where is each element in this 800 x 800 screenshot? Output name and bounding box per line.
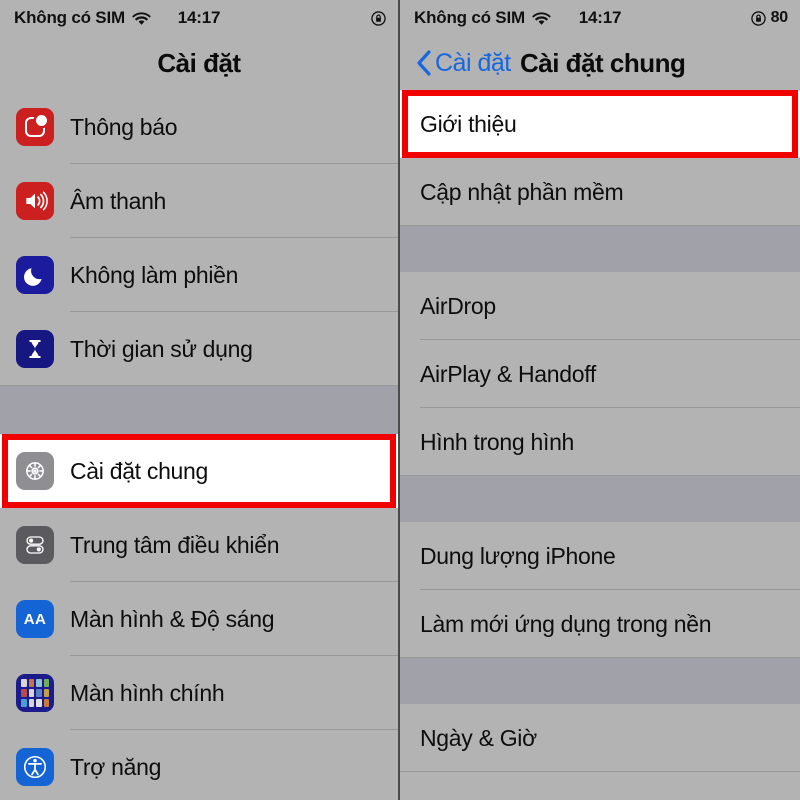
settings-row-label: Âm thanh <box>70 187 167 214</box>
status-bar-left-group: Không có SIM <box>14 8 151 28</box>
settings-row[interactable]: Màn hình chính <box>0 656 398 730</box>
settings-row-label: Không làm phiền <box>70 261 239 288</box>
row-separator <box>400 225 800 226</box>
right-phone-screen: Không có SIM 14:17 80 Cài đặt Cài đặt ch… <box>400 0 800 800</box>
nav-bar-right: Cài đặt Cài đặt chung <box>400 36 800 90</box>
settings-row[interactable]: AirDrop <box>400 272 800 340</box>
status-bar-left-group: Không có SIM <box>414 8 551 28</box>
settings-row-label: Thông báo <box>70 113 178 140</box>
settings-row[interactable]: Cập nhật phần mềm <box>400 158 800 226</box>
row-separator <box>400 771 800 772</box>
settings-row[interactable]: Trợ năng <box>0 730 398 800</box>
row-separator <box>400 657 800 658</box>
display-brightness-icon: AA <box>16 600 54 638</box>
settings-row[interactable]: Làm mới ứng dụng trong nền <box>400 590 800 658</box>
settings-row[interactable]: Trung tâm điều khiển <box>0 508 398 582</box>
chevron-left-icon <box>416 50 432 76</box>
back-button[interactable]: Cài đặt <box>410 49 511 78</box>
nav-bar-left: Cài đặt <box>0 36 398 90</box>
row-separator <box>400 475 800 476</box>
settings-list-left: Thông báo Âm thanh Không làm phiền Thời gia… <box>0 90 398 800</box>
row-separator <box>0 385 398 386</box>
sounds-icon <box>16 182 54 220</box>
list-group-separator <box>400 476 800 522</box>
settings-row[interactable]: AirPlay & Handoff <box>400 340 800 408</box>
settings-row[interactable]: AA Màn hình & Độ sáng <box>0 582 398 656</box>
settings-list-right: Giới thiệu Cập nhật phần mềm AirDrop AirPla… <box>400 90 800 772</box>
screen-time-icon <box>16 330 54 368</box>
wifi-icon <box>132 11 151 25</box>
rotation-lock-icon <box>371 10 386 26</box>
settings-row-label: Màn hình & Độ sáng <box>70 605 275 632</box>
page-title: Cài đặt chung <box>520 47 686 78</box>
settings-row[interactable]: Ngày & Giờ <box>400 704 800 772</box>
settings-row-label: Trợ năng <box>70 753 162 780</box>
control-center-icon <box>16 526 54 564</box>
rotation-lock-icon <box>750 10 766 26</box>
settings-row[interactable]: Không làm phiền <box>0 238 398 312</box>
settings-row[interactable]: Thời gian sử dụng <box>0 312 398 386</box>
status-bar-right: Không có SIM 14:17 80 <box>400 0 800 36</box>
status-bar-left: Không có SIM 14:17 <box>0 0 398 36</box>
highlight-callout: Giới thiệu <box>400 90 800 158</box>
general-gear-icon <box>16 452 54 490</box>
settings-row-label: Giới thiệu <box>420 110 517 137</box>
settings-row[interactable]: Âm thanh <box>0 164 398 238</box>
dual-screenshot-comparison: Không có SIM 14:17 Cài đặt Thông báo Âm … <box>0 0 800 800</box>
settings-row-label: AirPlay & Handoff <box>420 360 597 387</box>
settings-row-label: Thời gian sử dụng <box>70 335 253 362</box>
list-group-separator <box>400 658 800 704</box>
highlight-callout: Cài đặt chung <box>0 434 398 508</box>
settings-row[interactable]: Cài đặt chung <box>0 434 398 508</box>
settings-row[interactable]: Hình trong hình <box>400 408 800 476</box>
settings-row-label: Hình trong hình <box>420 428 575 455</box>
accessibility-icon <box>16 748 54 786</box>
do-not-disturb-icon <box>16 256 54 294</box>
carrier-label: Không có SIM <box>414 8 525 27</box>
settings-row[interactable]: Thông báo <box>0 90 398 164</box>
settings-row[interactable]: Giới thiệu <box>400 90 800 158</box>
settings-row[interactable]: Dung lượng iPhone <box>400 522 800 590</box>
status-bar-right-group <box>371 10 386 26</box>
settings-row-label: Ngày & Giờ <box>420 724 537 751</box>
home-screen-icon <box>16 674 54 712</box>
settings-row-label: Trung tâm điều khiển <box>70 531 280 558</box>
list-group-separator <box>400 226 800 272</box>
notifications-icon <box>16 108 54 146</box>
wifi-icon <box>532 11 551 25</box>
left-phone-screen: Không có SIM 14:17 Cài đặt Thông báo Âm … <box>0 0 400 800</box>
carrier-label: Không có SIM <box>14 8 125 27</box>
back-button-label: Cài đặt <box>435 48 511 77</box>
page-title: Cài đặt <box>157 47 241 78</box>
settings-row-label: Cập nhật phần mềm <box>420 178 624 205</box>
settings-row-label: Màn hình chính <box>70 679 225 706</box>
settings-row-label: Cài đặt chung <box>70 457 209 484</box>
settings-row-label: Dung lượng iPhone <box>420 542 616 569</box>
settings-row-label: Làm mới ứng dụng trong nền <box>420 610 712 637</box>
battery-percent-label: 80 <box>770 9 789 26</box>
list-group-separator <box>0 386 398 434</box>
settings-row-label: AirDrop <box>420 292 496 319</box>
status-bar-right-group: 80 <box>750 9 789 27</box>
